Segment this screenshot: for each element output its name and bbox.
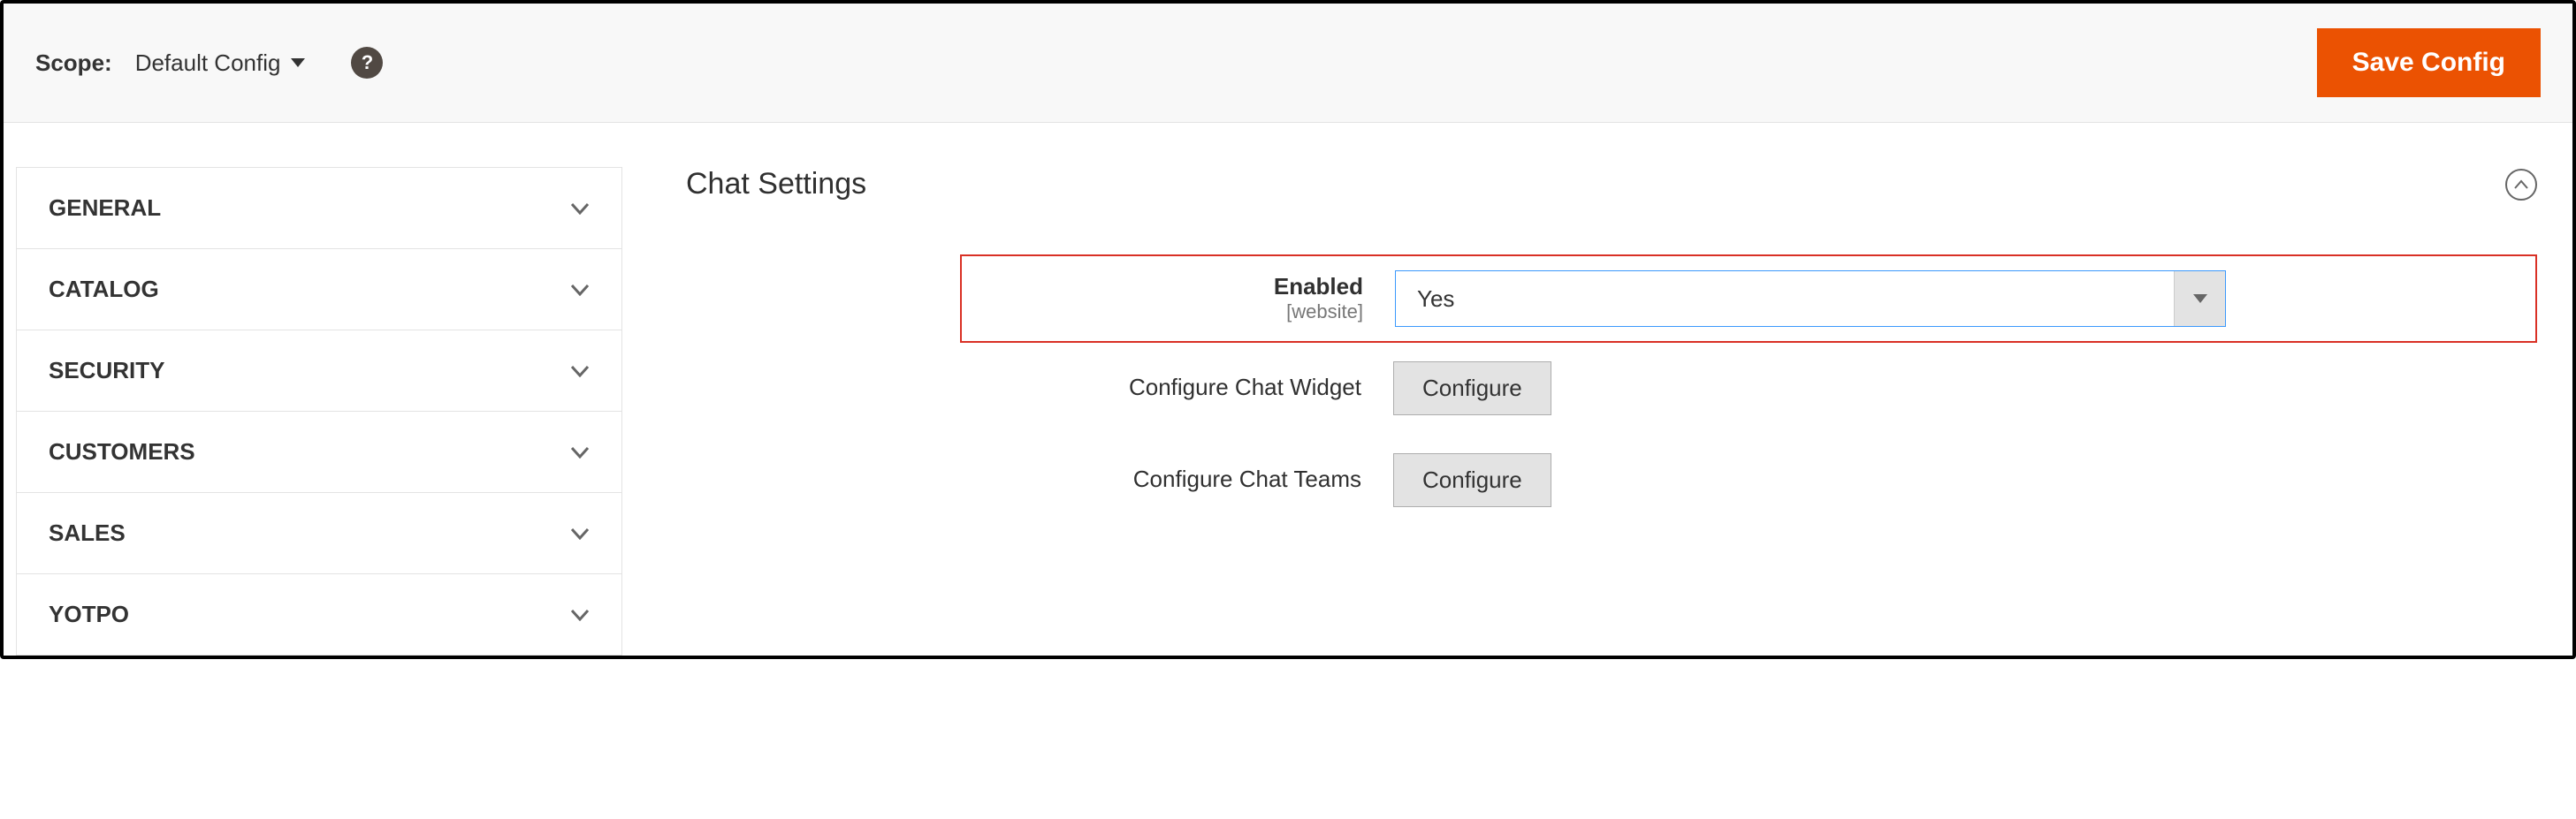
sidebar-item-customers[interactable]: CUSTOMERS xyxy=(16,411,622,492)
sidebar-item-label: SALES xyxy=(49,519,126,547)
sidebar-item-catalog[interactable]: CATALOG xyxy=(16,248,622,330)
config-sidebar: GENERAL CATALOG SECURITY CUSTOMERS xyxy=(4,167,622,656)
sidebar-item-label: YOTPO xyxy=(49,601,129,628)
sidebar-item-general[interactable]: GENERAL xyxy=(16,167,622,248)
field-label: Enabled xyxy=(1274,273,1363,300)
collapse-button[interactable] xyxy=(2505,169,2537,201)
chevron-down-icon xyxy=(570,527,590,540)
scope-value: Default Config xyxy=(135,49,281,77)
section-header: Chat Settings xyxy=(686,167,2537,201)
sidebar-item-label: SECURITY xyxy=(49,357,164,384)
field-row-teams: Configure Chat Teams Configure xyxy=(969,449,2537,511)
scope-area: Scope: Default Config ? xyxy=(35,47,383,79)
enabled-select[interactable]: Yes xyxy=(1395,270,2226,327)
field-scope: [website] xyxy=(1286,300,1363,323)
select-value: Yes xyxy=(1396,285,1475,313)
sidebar-item-yotpo[interactable]: YOTPO xyxy=(16,573,622,656)
section-title: Chat Settings xyxy=(686,167,866,201)
field-row-widget: Configure Chat Widget Configure xyxy=(969,357,2537,419)
sidebar-item-label: GENERAL xyxy=(49,194,161,222)
chevron-up-icon xyxy=(2513,179,2529,190)
chevron-down-icon xyxy=(570,446,590,459)
sidebar-item-label: CATALOG xyxy=(49,276,159,303)
configure-widget-button[interactable]: Configure xyxy=(1393,361,1551,415)
sidebar-item-label: CUSTOMERS xyxy=(49,438,195,466)
sidebar-item-sales[interactable]: SALES xyxy=(16,492,622,573)
scope-dropdown[interactable]: Default Config xyxy=(135,49,306,77)
content-pane: Chat Settings Enabled [website] Yes xyxy=(622,167,2572,656)
top-bar: Scope: Default Config ? Save Config xyxy=(4,4,2572,123)
scope-label: Scope: xyxy=(35,49,112,77)
chevron-down-icon xyxy=(570,365,590,377)
caret-down-icon xyxy=(291,58,305,67)
chevron-down-icon xyxy=(570,609,590,621)
chevron-down-icon xyxy=(570,202,590,215)
help-icon[interactable]: ? xyxy=(351,47,383,79)
field-row-enabled: Enabled [website] Yes xyxy=(960,254,2537,343)
caret-down-icon xyxy=(2174,271,2225,326)
configure-teams-button[interactable]: Configure xyxy=(1393,453,1551,507)
field-label: Configure Chat Teams xyxy=(1133,466,1361,493)
sidebar-item-security[interactable]: SECURITY xyxy=(16,330,622,411)
save-config-button[interactable]: Save Config xyxy=(2317,28,2541,97)
chevron-down-icon xyxy=(570,284,590,296)
field-label: Configure Chat Widget xyxy=(1129,374,1361,401)
